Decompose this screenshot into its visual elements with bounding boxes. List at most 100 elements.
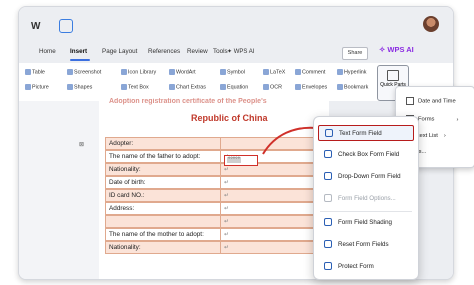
cell-divider <box>220 164 221 175</box>
cell-divider <box>220 203 221 214</box>
cell-divider <box>220 190 221 201</box>
comment-icon <box>295 69 301 75</box>
forms-submenu: Text Form Field Check Box Form Field Dro… <box>313 116 419 280</box>
menu-item-protect-form[interactable]: Protect Form <box>318 259 414 275</box>
wordart-button[interactable]: WordArt <box>169 69 196 75</box>
row-label: The name of the mother to adopt: <box>109 231 204 238</box>
cell-divider <box>220 216 221 227</box>
ribbon: Table Picture Screenshot Shapes Icon Lib… <box>19 63 453 102</box>
table-row[interactable]: Nationality: ↵ <box>105 241 337 254</box>
menu-item-drop-down-form-field[interactable]: Drop-Down Form Field <box>318 169 414 185</box>
hyperlink-button[interactable]: Hyperlink <box>337 69 366 75</box>
menu-item-form-field-shading[interactable]: Form Field Shading <box>318 215 414 231</box>
chart-extras-button[interactable]: Chart Extras <box>169 84 206 90</box>
cell-divider <box>220 242 221 253</box>
latex-button[interactable]: LaTeX <box>263 69 285 75</box>
protect-form-icon <box>324 262 332 271</box>
comment-button[interactable]: Comment <box>295 69 325 75</box>
table-row[interactable]: ↵ <box>105 215 337 228</box>
document-tab-icon[interactable] <box>59 19 73 33</box>
wps-ai-button[interactable]: ✧ WPS AI <box>379 45 414 54</box>
table-move-handle-icon[interactable]: ⊠ <box>79 141 84 148</box>
picture-label: Picture <box>32 84 49 91</box>
menu-item-reset-form-fields[interactable]: Reset Form Fields <box>318 237 414 253</box>
menu-item-date-time[interactable]: Date and Time <box>406 97 456 105</box>
envelopes-icon <box>295 84 301 90</box>
tab-home[interactable]: Home <box>39 48 56 55</box>
wordart-icon <box>169 69 175 75</box>
screenshot-label: Screenshot <box>74 69 102 76</box>
document-heading-faded: Adoption registration certificate of the… <box>109 98 267 105</box>
envelopes-button[interactable]: Envelopes <box>295 84 327 90</box>
icon-library-button[interactable]: Icon Library <box>121 69 156 75</box>
text-box-icon <box>121 84 127 90</box>
bookmark-button[interactable]: Bookmark <box>337 84 368 90</box>
picture-button[interactable]: Picture <box>25 84 49 90</box>
shapes-button[interactable]: Shapes <box>67 84 92 90</box>
table-row[interactable]: Date of birth: ↵ <box>105 176 337 189</box>
table-row[interactable]: The name of the mother to adopt: ↵ <box>105 228 337 241</box>
ocr-label: OCR <box>270 84 282 91</box>
tab-tools[interactable]: Tools <box>213 48 228 55</box>
dropdown-field-icon <box>324 172 332 181</box>
text-form-field[interactable]: °°°°° <box>224 155 258 166</box>
equation-icon <box>220 84 226 90</box>
table-row[interactable]: ID card NO.: ↵ <box>105 189 337 202</box>
text-form-field-icon <box>325 129 333 138</box>
drop-down-form-field-label: Drop-Down Form Field <box>338 173 401 180</box>
check-box-form-field-label: Check Box Form Field <box>338 151 400 158</box>
tab-insert[interactable]: Insert <box>70 48 87 55</box>
table-row[interactable]: Nationality: ↵ <box>105 163 337 176</box>
paragraph-mark: ↵ <box>224 232 230 238</box>
shading-icon <box>324 218 332 227</box>
tab-page-layout[interactable]: Page Layout <box>102 48 137 55</box>
ocr-icon <box>263 84 269 90</box>
text-form-field-label: Text Form Field <box>339 130 382 137</box>
paragraph-mark: ↵ <box>224 206 230 212</box>
menu-item-text-form-field[interactable]: Text Form Field <box>318 125 414 141</box>
text-box-button[interactable]: Text Box <box>121 84 149 90</box>
screenshot-icon <box>67 69 73 75</box>
tab-references[interactable]: References <box>148 48 180 55</box>
latex-icon <box>263 69 269 75</box>
hyperlink-icon <box>337 69 343 75</box>
row-label: The name of the father to adopt: <box>109 153 201 160</box>
row-label: ID card NO.: <box>109 192 145 199</box>
cell-divider <box>220 177 221 188</box>
row-label: Date of birth: <box>109 179 146 186</box>
symbol-label: Symbol <box>227 69 245 76</box>
reset-icon <box>324 240 332 249</box>
menu-divider <box>320 211 412 212</box>
text-box-label: Text Box <box>128 84 149 91</box>
row-label: Address: <box>109 205 135 212</box>
row-label: Adopter: <box>109 140 134 147</box>
screenshot-button[interactable]: Screenshot <box>67 69 101 75</box>
wps-ai-menu[interactable]: ✦ WPS AI <box>227 48 254 55</box>
wps-logo[interactable]: W <box>31 21 40 32</box>
menu-bar: Home Insert Page Layout References Revie… <box>19 45 453 63</box>
symbol-icon <box>220 69 226 75</box>
table-button[interactable]: Table <box>25 69 45 75</box>
shapes-label: Shapes <box>74 84 93 91</box>
table-row[interactable]: Address: ↵ <box>105 202 337 215</box>
form-field-shading-label: Form Field Shading <box>338 219 392 226</box>
table-icon <box>25 69 31 75</box>
shapes-icon <box>67 84 73 90</box>
quick-parts-icon <box>387 70 399 81</box>
tab-review[interactable]: Review <box>187 48 208 55</box>
forms-label: Forms <box>418 116 435 123</box>
share-button[interactable]: Share <box>342 47 368 60</box>
menu-item-check-box-form-field[interactable]: Check Box Form Field <box>318 147 414 163</box>
paragraph-mark: ↵ <box>224 193 230 199</box>
chart-extras-label: Chart Extras <box>176 84 206 91</box>
cell-divider <box>220 229 221 240</box>
row-label: Nationality: <box>109 244 141 251</box>
chart-extras-icon <box>169 84 175 90</box>
comment-label: Comment <box>302 69 326 76</box>
symbol-button[interactable]: Symbol <box>220 69 245 75</box>
equation-button[interactable]: Equation <box>220 84 248 90</box>
paragraph-mark: ↵ <box>224 219 230 225</box>
ocr-button[interactable]: OCR <box>263 84 282 90</box>
avatar[interactable] <box>423 16 439 32</box>
picture-icon <box>25 84 31 90</box>
